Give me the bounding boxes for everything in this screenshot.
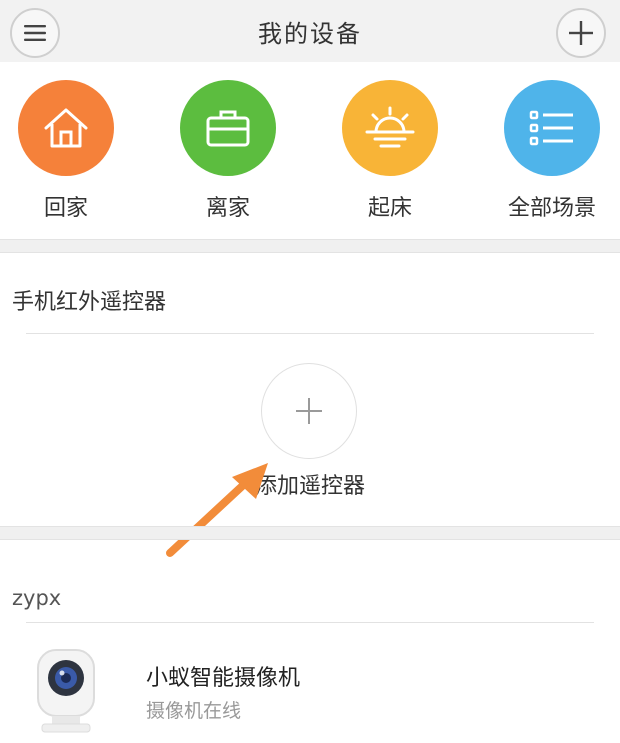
scene-wakeup-label: 起床 [367,196,412,221]
device-group-title: zypx [12,586,62,610]
scene-away-circle [180,80,276,176]
briefcase-icon [206,110,250,147]
scene-shortcuts: 回家 离家 起床 全部场景 [0,62,620,240]
camera-icon [37,649,95,733]
device-name: 小蚁智能摄像机 [146,666,301,691]
device-status: 摄像机在线 [146,700,242,722]
scene-home-circle [18,80,114,176]
annotation-arrow-icon [166,463,268,557]
scene-all-label: 全部场景 [507,196,596,221]
section-divider [0,526,620,540]
scene-away[interactable]: 离家 [168,80,288,222]
plus-icon [569,21,593,45]
sunrise-icon [365,106,415,148]
scene-away-label: 离家 [205,196,250,221]
top-bar: 我的设备 [0,0,620,62]
add-remote-button[interactable] [261,363,357,459]
scene-home[interactable]: 回家 [6,80,126,222]
page-title: 我的设备 [258,20,362,48]
remote-section-title: 手机红外遥控器 [12,290,167,315]
scene-all[interactable]: 全部场景 [492,80,612,222]
device-list-item[interactable]: 小蚁智能摄像机 摄像机在线 [0,636,620,743]
section-divider [0,239,620,253]
scene-wakeup-circle [342,80,438,176]
section-line [26,622,594,623]
list-icon [529,110,573,146]
section-line [26,333,594,334]
scene-wakeup[interactable]: 起床 [330,80,450,222]
scene-all-circle [504,80,600,176]
home-icon [44,108,88,148]
scene-home-label: 回家 [43,196,88,221]
add-remote-label[interactable]: 添加遥控器 [0,468,620,500]
plus-icon [296,398,322,424]
add-device-button[interactable] [556,8,606,58]
